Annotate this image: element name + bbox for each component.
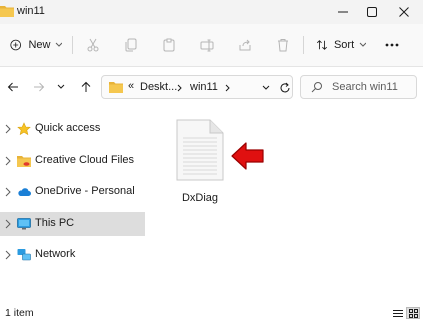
sidebar-item-this-pc[interactable]: This PC [0,212,145,236]
up-button[interactable] [76,77,96,97]
maximize-icon [367,7,377,17]
toolbar-divider [72,36,73,54]
more-icon [385,43,399,47]
window-title: win11 [17,5,45,17]
chevron-down-icon [56,42,62,47]
paste-button[interactable] [162,34,178,56]
chevron-down-icon[interactable] [262,85,270,91]
sidebar-item-label: Quick access [35,122,101,134]
chevron-right-icon[interactable] [177,84,183,92]
text-document-icon [176,119,224,181]
cut-button[interactable] [86,34,102,56]
file-name: DxDiag [181,192,219,204]
arrow-up-icon [81,81,91,92]
arrow-right-icon [34,82,45,92]
command-bar: New Sort [0,24,423,67]
copy-icon [125,38,137,52]
toolbar-divider [303,36,304,54]
address-bar[interactable]: « Deskt... win11 [101,75,293,99]
monitor-icon [17,218,31,230]
delete-button[interactable] [276,34,292,56]
minimize-icon [338,11,348,13]
sort-button[interactable]: Sort [316,34,366,56]
chevron-down-icon [359,42,366,47]
file-item-dxdiag[interactable]: DxDiag [171,118,229,208]
details-view-button[interactable] [391,307,405,319]
content-area: DxDiag [146,108,423,306]
sort-icon [316,40,327,50]
grid-view-icon [408,308,418,318]
sidebar-item-label: Network [35,248,76,260]
refresh-icon[interactable] [279,82,291,94]
star-icon [17,122,31,136]
chevron-right-icon[interactable] [4,124,12,134]
arrow-left-icon [7,82,18,92]
breadcrumb-item[interactable]: win11 [190,81,218,93]
title-bar: win11 [0,0,423,24]
clipboard-icon [163,38,175,52]
breadcrumb-overflow[interactable]: « [128,80,134,92]
rename-icon [200,39,214,52]
sidebar-item-label: This PC [35,217,75,229]
sidebar-item-quick-access[interactable]: Quick access [0,117,145,141]
sidebar-item-onedrive-personal[interactable]: OneDrive - Personal [0,180,145,204]
plus-circle-icon [10,39,22,51]
network-icon [17,249,31,261]
sidebar-item-label: Creative Cloud Files [35,154,135,166]
search-input[interactable]: Search win11 [332,81,398,93]
share-icon [239,39,251,51]
back-button[interactable] [3,77,23,97]
rename-button[interactable] [200,34,216,56]
list-view-icon [393,309,403,317]
status-bar: 1 item [0,306,423,320]
trash-icon [278,39,288,52]
large-icons-view-button[interactable] [406,307,420,319]
sort-label: Sort [333,39,355,51]
recent-locations-button[interactable] [51,77,71,97]
copy-button[interactable] [124,34,140,56]
creative-cloud-folder-icon [17,156,31,167]
item-count: 1 item [5,307,34,319]
navigation-pane: Quick access Creative Cloud Files OneDri… [0,108,145,306]
close-button[interactable] [384,0,423,24]
new-button[interactable]: New [10,34,62,56]
chevron-right-icon[interactable] [225,84,231,92]
sidebar-item-network[interactable]: Network [0,243,145,267]
chevron-right-icon[interactable] [4,250,12,260]
folder-icon [0,6,14,17]
chevron-right-icon[interactable] [4,187,12,197]
close-icon [399,7,409,17]
cloud-icon [18,188,31,196]
scissors-icon [87,38,99,52]
more-options-button[interactable] [385,34,401,56]
forward-button[interactable] [29,77,49,97]
sidebar-item-label: OneDrive - Personal [35,185,135,197]
share-button[interactable] [238,34,254,56]
search-icon [311,82,322,93]
chevron-right-icon[interactable] [4,156,12,166]
new-label: New [28,39,51,51]
folder-icon [109,82,123,93]
red-arrow-annotation [231,142,264,170]
chevron-down-icon [57,84,65,89]
chevron-right-icon[interactable] [4,219,12,229]
search-box[interactable]: Search win11 [300,75,417,99]
sidebar-item-creative-cloud-files[interactable]: Creative Cloud Files [0,149,145,173]
breadcrumb-item[interactable]: Deskt... [140,81,177,93]
file-explorer-window: win11 New Sort « Deskt... win11 Search w… [0,0,423,320]
address-row: « Deskt... win11 Search win11 [0,67,423,107]
